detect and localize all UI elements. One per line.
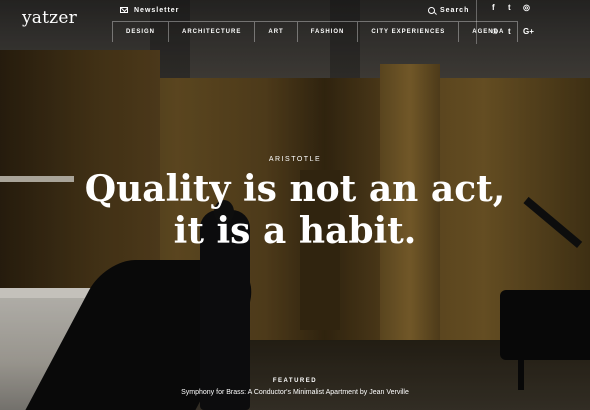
nav-item-design[interactable]: DESIGN (112, 22, 168, 42)
main-nav: DESIGN ARCHITECTURE ART FASHION CITY EXP… (112, 21, 519, 42)
newsletter-label: Newsletter (134, 6, 180, 14)
featured-article-link[interactable]: Symphony for Brass: A Conductor's Minima… (0, 389, 590, 396)
quote-author: ARISTOTLE (268, 156, 322, 163)
site-header: yatzer Newsletter Search DESIGN ARCHITEC… (0, 0, 590, 44)
featured-label: FEATURED (272, 378, 318, 384)
nav-item-architecture[interactable]: ARCHITECTURE (168, 22, 254, 42)
newsletter-link[interactable]: Newsletter (120, 4, 179, 16)
search-icon (428, 6, 435, 14)
site-logo[interactable]: yatzer (22, 8, 77, 28)
nav-item-city-experiences[interactable]: CITY EXPERIENCES (357, 22, 458, 42)
search-label: Search (440, 6, 470, 14)
nav-item-art[interactable]: ART (254, 22, 296, 42)
pinterest-icon[interactable]: ℗ (492, 27, 498, 36)
envelope-icon (120, 7, 128, 13)
search-button[interactable]: Search (428, 4, 469, 16)
nav-item-fashion[interactable]: FASHION (296, 22, 358, 42)
social-links: f t ◎ ℗ t G+ (476, 0, 590, 44)
instagram-icon[interactable]: ◎ (523, 3, 530, 12)
facebook-icon[interactable]: f (492, 3, 495, 12)
tumblr-icon[interactable]: t (508, 27, 511, 36)
hero-quote: Quality is not an act, it is a habit. (84, 168, 506, 252)
twitter-icon[interactable]: t (508, 3, 511, 12)
google-plus-icon[interactable]: G+ (523, 27, 534, 36)
